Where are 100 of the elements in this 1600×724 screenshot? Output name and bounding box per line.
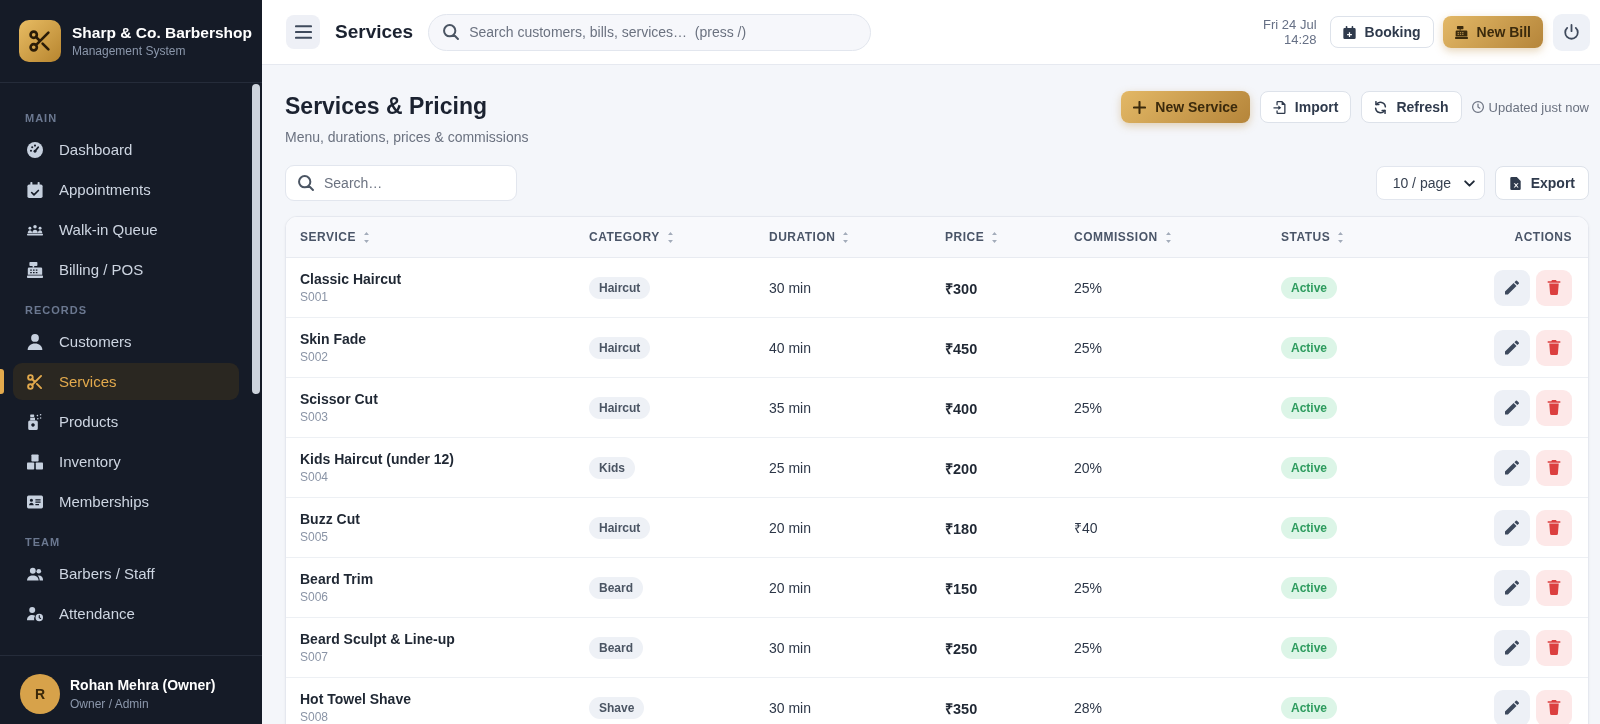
duration: 25 min [769,459,812,476]
search-field[interactable]: Search customers, bills, services… (press /) [428,13,872,51]
new-bill-button[interactable]: New Bill [1442,16,1543,48]
spray-bottle-icon [27,413,43,430]
edit-button[interactable] [1494,269,1530,306]
menu-button[interactable] [286,15,320,49]
spreadsheet-file-icon [1508,176,1522,190]
duration: 20 min [769,519,812,536]
edit-button[interactable] [1494,389,1530,426]
column-header[interactable]: COMMISSION [1060,230,1267,244]
page-subtitle: Menu, durations, prices & commissions [285,128,529,147]
service-name: Beard Sculpt & Line-up [300,630,456,648]
price: ₹450 [945,340,978,357]
calendar-plus-icon [1342,25,1356,39]
trash-icon [1547,400,1561,415]
calendar-check-icon [27,181,43,198]
user-name: Rohan Mehra (Owner) [70,676,216,694]
power-icon [1564,24,1579,40]
booking-button[interactable]: Booking [1329,16,1434,48]
nav-item[interactable]: Appointments [13,171,239,208]
delete-button[interactable] [1536,449,1572,486]
brand-subtitle: Management System [72,43,187,59]
edit-button[interactable] [1494,689,1530,724]
nav-item[interactable]: Dashboard [13,131,239,168]
delete-button[interactable] [1536,269,1572,306]
trash-icon [1547,520,1561,535]
status-badge: Active [1281,336,1338,359]
column-header[interactable]: DURATION [755,230,931,244]
search-field[interactable]: Search… [285,165,517,201]
edit-button[interactable] [1494,329,1530,366]
import-button[interactable]: Import [1259,91,1352,123]
column-header[interactable]: CATEGORY [575,230,755,244]
service-code: S001 [300,289,330,305]
active-indicator [0,369,4,394]
sort-icon [362,231,370,243]
nav-item[interactable]: Customers [13,323,239,360]
delete-button[interactable] [1536,509,1572,546]
nav-item[interactable]: Inventory [13,443,239,480]
trash-icon [1547,340,1561,355]
export-button[interactable]: Export [1494,166,1589,200]
edit-button[interactable] [1494,509,1530,546]
menu-icon [294,25,312,39]
service-code: S006 [300,589,330,605]
pencil-icon [1505,580,1519,595]
pencil-icon [1505,280,1519,295]
section-label: MAIN [24,111,58,125]
trash-icon [1547,460,1561,475]
commission: 20% [1074,459,1103,476]
nav-item[interactable]: Billing / POS [13,251,239,288]
nav-item[interactable]: Walk-in Queue [13,211,239,248]
sort-icon [1164,231,1172,243]
duration: 35 min [769,399,812,416]
category-tag: Beard [589,636,643,659]
pencil-icon [1505,520,1519,535]
new-service-button[interactable]: New Service [1121,91,1250,123]
category-tag: Haircut [589,276,651,299]
page-size-select[interactable]: 10 / page [1375,166,1485,200]
nav-item[interactable]: Barbers / Staff [13,555,239,592]
edit-button[interactable] [1494,449,1530,486]
person-icon [27,333,43,350]
pencil-icon [1505,700,1519,715]
pencil-icon [1505,460,1519,475]
refresh-button[interactable]: Refresh [1361,91,1462,123]
brand-name: Sharp & Co. Barbershop [72,23,252,42]
column-header: ACTIONS [1513,230,1573,244]
status-badge: Active [1281,456,1338,479]
power-button[interactable] [1553,13,1590,51]
status-badge: Active [1281,396,1338,419]
service-name: Buzz Cut [300,510,361,528]
scissors-icon [27,373,43,390]
refresh-icon [1374,100,1388,114]
delete-button[interactable] [1536,569,1572,606]
sort-icon [991,231,999,243]
nav-item[interactable]: Services [13,363,239,400]
delete-button[interactable] [1536,629,1572,666]
delete-button[interactable] [1536,689,1572,724]
commission: ₹40 [1074,520,1098,536]
delete-button[interactable] [1536,389,1572,426]
status-badge: Active [1281,276,1338,299]
category-tag: Shave [589,696,645,719]
price: ₹200 [945,460,978,477]
nav-item[interactable]: Attendance [13,595,239,632]
sort-icon [666,231,674,243]
nav-item[interactable]: Memberships [13,483,239,520]
updated-status: Updated just now [1488,99,1589,115]
page-title: Services & Pricing [285,92,488,121]
edit-button[interactable] [1494,569,1530,606]
scissors-logo-icon [19,20,61,62]
column-header[interactable]: STATUS [1267,230,1438,244]
nav-item[interactable]: Products [13,403,239,440]
user-avatar: R [20,674,60,714]
chevron-down-icon [1463,179,1475,187]
column-header[interactable]: SERVICE [286,230,575,244]
edit-button[interactable] [1494,629,1530,666]
category-tag: Haircut [589,396,651,419]
column-header[interactable]: PRICE [931,230,1060,244]
delete-button[interactable] [1536,329,1572,366]
price: ₹250 [945,640,978,657]
trash-icon [1547,280,1561,295]
scrollbar-thumb[interactable] [252,84,260,394]
